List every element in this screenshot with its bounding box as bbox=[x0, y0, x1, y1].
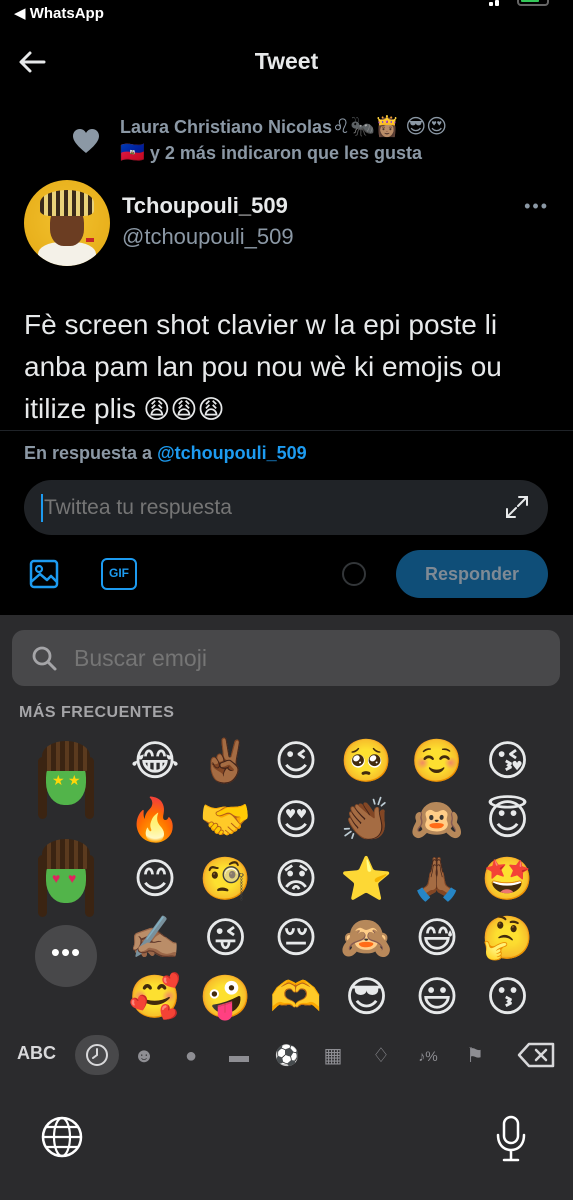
star-eye-icon: ★ bbox=[52, 772, 65, 788]
symbols-icon[interactable]: ♪% bbox=[415, 1043, 441, 1069]
tweet-text: Fè screen shot clavier w la epi poste li… bbox=[24, 304, 554, 430]
emoji-key[interactable]: 🫶 bbox=[267, 968, 325, 1026]
reply-mention-link[interactable]: @tchoupouli_509 bbox=[157, 443, 307, 463]
emoji-key[interactable]: 😎 bbox=[338, 968, 396, 1026]
likes-summary[interactable]: Laura Christiano Nicolas♌🐜👸🏽 😎😍 🇭🇹 y 2 m… bbox=[73, 114, 550, 166]
reply-button[interactable]: Responder bbox=[396, 550, 548, 598]
smiley-icon[interactable]: ☻ bbox=[131, 1043, 157, 1069]
emoji-key[interactable]: 🥰 bbox=[126, 968, 184, 1026]
emoji-key[interactable]: ☺️ bbox=[408, 732, 466, 790]
more-options-icon[interactable]: ••• bbox=[524, 196, 549, 217]
top-nav: Tweet bbox=[0, 30, 573, 94]
signal-icon bbox=[489, 2, 493, 6]
divider bbox=[0, 430, 573, 431]
emoji-key[interactable]: 😉 bbox=[267, 732, 325, 790]
heart-icon bbox=[73, 129, 99, 153]
activity-icon[interactable]: ⚽ bbox=[274, 1043, 300, 1069]
clock-icon bbox=[86, 1044, 108, 1066]
character-counter-icon bbox=[342, 562, 366, 586]
page-title: Tweet bbox=[254, 48, 319, 74]
likes-more: y 2 más indicaron que les gusta bbox=[144, 143, 422, 163]
heart-eye-icon: ♥ bbox=[68, 870, 77, 886]
emoji-key[interactable]: ✌🏾 bbox=[197, 732, 255, 790]
likes-names: Laura Christiano Nicolas bbox=[120, 117, 333, 137]
tweet-emojis: 😩😩😩 bbox=[136, 394, 225, 424]
emoji-key[interactable]: 🥺 bbox=[338, 732, 396, 790]
memoji-sticker-heart-eyes[interactable]: ♥ ♥ bbox=[36, 839, 96, 921]
emoji-key[interactable]: 😍 bbox=[267, 791, 325, 849]
emoji-key[interactable]: ⭐ bbox=[338, 850, 396, 908]
globe-icon[interactable] bbox=[40, 1115, 84, 1159]
memoji-sticker-star-eyes[interactable]: ★ ★ bbox=[36, 741, 96, 823]
image-icon[interactable] bbox=[28, 558, 60, 590]
emoji-key[interactable]: ✍🏽 bbox=[126, 909, 184, 967]
animal-icon[interactable]: ● bbox=[178, 1043, 204, 1069]
star-eye-icon: ★ bbox=[68, 772, 81, 788]
heart-eye-icon: ♥ bbox=[52, 870, 61, 886]
emoji-key[interactable]: 😇 bbox=[479, 791, 537, 849]
emoji-key[interactable]: 🙈 bbox=[338, 909, 396, 967]
emoji-key[interactable]: 🤔 bbox=[479, 909, 537, 967]
reply-input[interactable] bbox=[44, 480, 484, 535]
emoji-search-input[interactable] bbox=[74, 630, 534, 686]
delete-icon[interactable] bbox=[517, 1041, 557, 1069]
reply-composer[interactable] bbox=[24, 480, 548, 535]
author-handle[interactable]: @tchoupouli_509 bbox=[122, 224, 294, 250]
travel-icon[interactable]: ▦ bbox=[320, 1043, 346, 1069]
text-caret bbox=[41, 494, 43, 522]
emoji-key[interactable]: 👏🏾 bbox=[338, 791, 396, 849]
microphone-icon[interactable] bbox=[494, 1115, 528, 1163]
abc-key[interactable]: ABC bbox=[17, 1043, 56, 1064]
category-recent-tab[interactable] bbox=[75, 1035, 119, 1075]
reply-context: En respuesta a @tchoupouli_509 bbox=[24, 443, 307, 464]
tweet-body: Fè screen shot clavier w la epi poste li… bbox=[24, 309, 502, 424]
objects-icon[interactable]: ♢ bbox=[368, 1043, 394, 1069]
emoji-key[interactable]: 🤝 bbox=[197, 791, 255, 849]
status-bar: ◀ WhatsApp bbox=[0, 0, 573, 30]
gif-button[interactable]: GIF bbox=[101, 558, 137, 590]
search-icon bbox=[32, 646, 57, 671]
haiti-flag-icon: 🇭🇹 bbox=[120, 142, 145, 164]
emoji-search-field[interactable] bbox=[12, 630, 560, 686]
emoji-key[interactable]: 😜 bbox=[197, 909, 255, 967]
emoji-key[interactable]: 🤪 bbox=[197, 968, 255, 1026]
signal-icon bbox=[495, 0, 499, 6]
section-label: MÁS FRECUENTES bbox=[19, 704, 175, 721]
battery-icon bbox=[517, 0, 549, 6]
status-icons bbox=[489, 0, 549, 6]
avatar[interactable] bbox=[24, 180, 110, 266]
emoji-key[interactable]: 😊 bbox=[126, 850, 184, 908]
back-to-whatsapp-link[interactable]: ◀ WhatsApp bbox=[14, 4, 104, 22]
emoji-key[interactable]: 😂 bbox=[126, 732, 184, 790]
emoji-key[interactable]: 😘 bbox=[479, 732, 537, 790]
author-display-name[interactable]: Tchoupouli_509 bbox=[122, 193, 288, 219]
emoji-key[interactable]: 😃 bbox=[408, 968, 466, 1026]
emoji-category-bar: ABC ☻ ● ▬ ⚽ ▦ ♢ ♪% ⚑ bbox=[0, 1035, 573, 1075]
food-icon[interactable]: ▬ bbox=[226, 1043, 252, 1069]
emoji-key[interactable]: 🔥 bbox=[126, 791, 184, 849]
emoji-key[interactable]: 🙏🏾 bbox=[408, 850, 466, 908]
emoji-key[interactable]: 🙉 bbox=[408, 791, 466, 849]
emoji-key[interactable]: 🤩 bbox=[479, 850, 537, 908]
expand-icon[interactable] bbox=[504, 494, 530, 520]
emoji-key[interactable]: 😔 bbox=[267, 909, 325, 967]
likes-emojis: ♌🐜👸🏽 😎😍 bbox=[332, 116, 448, 138]
emoji-keyboard: MÁS FRECUENTES ★ ★ ♥ ♥ ••• 😂✌🏾😉🥺☺️😘 🔥🤝😍👏🏾… bbox=[0, 615, 573, 1200]
emoji-key[interactable]: 😅 bbox=[408, 909, 466, 967]
more-stickers-button[interactable]: ••• bbox=[35, 925, 97, 987]
emoji-key[interactable]: 🧐 bbox=[197, 850, 255, 908]
flags-icon[interactable]: ⚑ bbox=[462, 1043, 488, 1069]
reply-prefix: En respuesta a bbox=[24, 443, 158, 463]
emoji-key[interactable]: 😗 bbox=[479, 968, 537, 1026]
emoji-key[interactable]: 😟 bbox=[267, 850, 325, 908]
